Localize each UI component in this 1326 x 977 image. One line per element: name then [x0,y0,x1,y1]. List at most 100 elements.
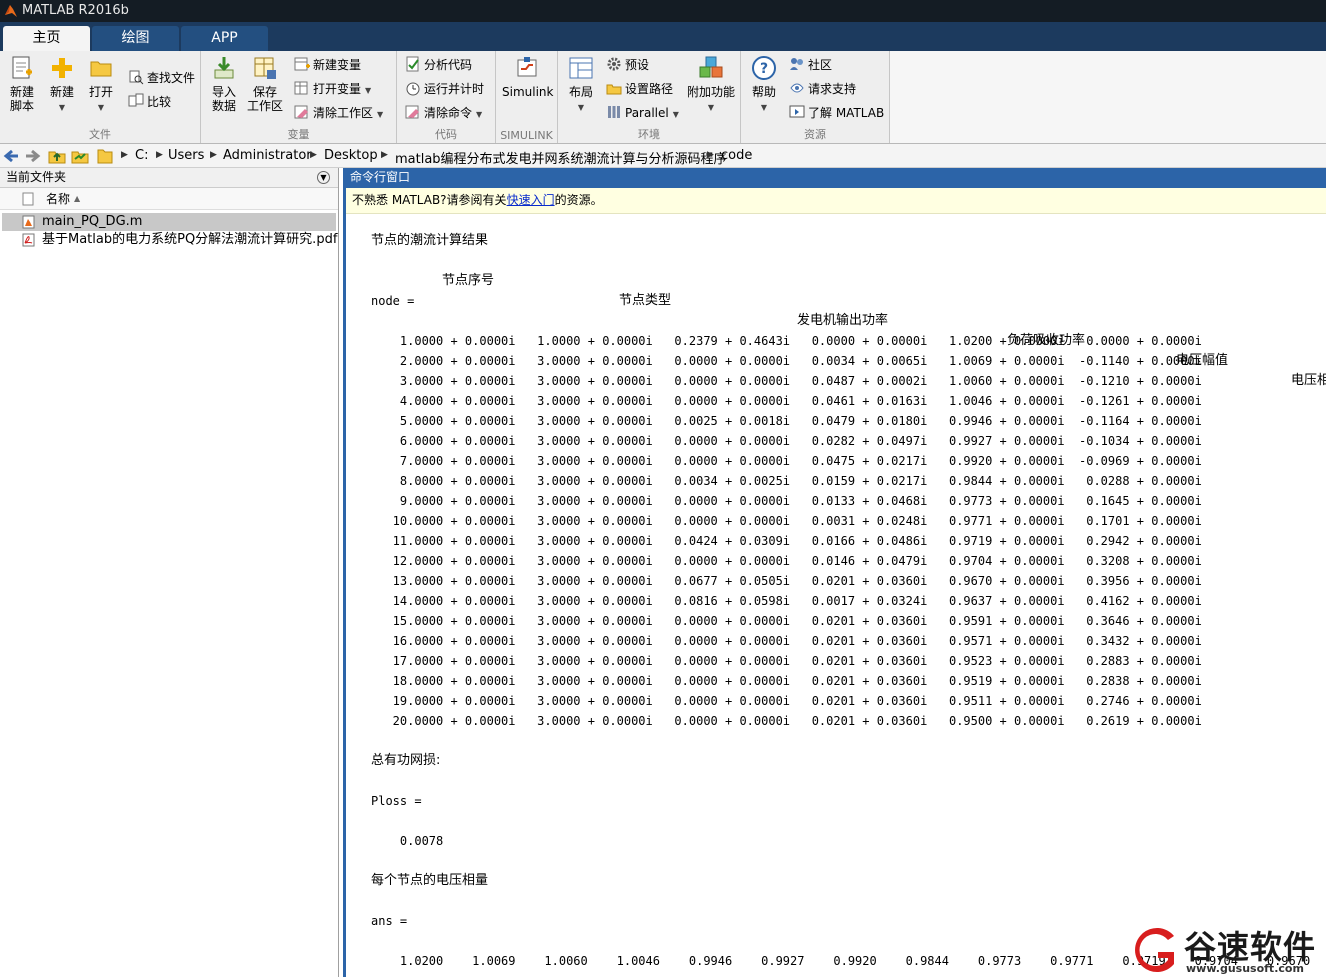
table-row: 11.0000 + 0.0000i 3.0000 + 0.0000i 0.042… [371,534,1202,548]
current-folder-panel: 当前文件夹 ▼ 名称 ▲ main_PQ_DG.m 基于Matlab的电力系统P… [0,168,339,977]
community-button[interactable]: 社区 [789,55,832,75]
forward-arrow-icon[interactable] [24,147,42,165]
chevron-down-icon[interactable]: ▼ [86,101,116,115]
run-and-time-button[interactable]: 运行并计时 [405,79,484,99]
ploss-assignment: Ploss = [371,794,422,808]
simulink-label: Simulink [502,85,554,99]
import-data-button[interactable]: 导入 数据 [207,55,241,113]
title-bar: MATLAB R2016b [0,0,1326,22]
browse-folder-icon[interactable] [71,147,89,165]
clear-commands-icon [405,105,419,119]
import-label: 导入 数据 [211,85,236,113]
chevron-right-icon: ▶ [310,150,317,160]
chevron-right-icon: ▶ [121,150,128,160]
current-folder-header: 当前文件夹 ▼ [0,168,338,188]
back-arrow-icon[interactable] [2,147,20,165]
table-row: 14.0000 + 0.0000i 3.0000 + 0.0000i 0.081… [371,594,1202,608]
new-variable-button[interactable]: 新建变量 [294,55,361,75]
analyze-code-button[interactable]: 分析代码 [405,55,472,75]
preferences-button[interactable]: 预设 [606,55,649,75]
table-row: 12.0000 + 0.0000i 3.0000 + 0.0000i 0.000… [371,554,1202,568]
simulink-icon [517,57,537,77]
loss-label: 总有功网损: [371,753,441,768]
gear-icon [607,57,621,71]
new-script-label: 新建 脚本 [9,85,34,113]
new-script-button[interactable]: 新建 脚本 [5,55,39,113]
up-folder-icon[interactable] [48,147,66,165]
layout-button[interactable]: 布局 ▼ [564,55,598,115]
breadcrumb-desktop[interactable]: Desktop [324,148,378,163]
help-icon: ? [752,56,776,80]
chevron-down-icon[interactable]: ▼ [365,86,371,95]
chevron-down-icon[interactable]: ▼ [749,101,779,115]
table-row: 18.0000 + 0.0000i 3.0000 + 0.0000i 0.000… [371,674,1202,688]
chevron-down-icon[interactable]: ▼ [476,110,482,119]
set-path-button[interactable]: 设置路径 [606,79,673,99]
find-files-button[interactable]: 查找文件 [128,68,195,88]
chevron-down-icon[interactable]: ▼ [377,110,383,119]
chevron-right-icon: ▶ [707,150,714,160]
breadcrumb-code[interactable]: code [721,148,752,163]
simulink-button[interactable]: Simulink [502,55,554,99]
new-label: 新建 [49,85,74,99]
chevron-down-icon[interactable]: ▼ [47,101,77,115]
chevron-down-icon[interactable]: ▼ [564,101,598,115]
result-title: 节点的潮流计算结果 [371,233,489,248]
simulink-group: Simulink SIMULINK [496,51,558,143]
panel-menu-icon[interactable]: ▼ [317,171,330,184]
tab-home[interactable]: 主页 [3,26,90,52]
clear-workspace-icon [294,105,308,119]
compare-button[interactable]: 比较 [128,92,171,112]
request-support-button[interactable]: 请求支持 [789,79,856,99]
chevron-right-icon: ▶ [156,150,163,160]
tab-apps[interactable]: APP [181,26,268,51]
table-row: 17.0000 + 0.0000i 3.0000 + 0.0000i 0.000… [371,654,1202,668]
help-button[interactable]: ? 帮助 ▼ [749,55,779,115]
parallel-button[interactable]: Parallel ▼ [606,103,679,123]
table-row: 4.0000 + 0.0000i 3.0000 + 0.0000i 0.0000… [371,394,1202,408]
command-window-title: 命令行窗口 [346,168,1326,188]
header-load-power: 负荷吸收功率 [1007,333,1086,348]
header-node-index: 节点序号 [442,273,495,288]
compare-icon [128,93,144,107]
quick-start-link[interactable]: 快速入门 [507,193,555,207]
matlab-logo-icon [5,5,17,17]
voltage-phasor-label: 每个节点的电压相量 [371,873,489,888]
save-workspace-button[interactable]: 保存 工作区 [247,55,283,113]
clear-commands-button[interactable]: 清除命令 ▼ [405,103,482,123]
table-row: 5.0000 + 0.0000i 3.0000 + 0.0000i 0.0025… [371,414,1202,428]
new-variable-icon [294,57,310,71]
ribbon-tab-strip: 主页 绘图 APP [0,22,1326,52]
run-and-time-icon [406,82,420,96]
ploss-value: 0.0078 [371,834,444,848]
open-variable-icon [294,81,308,95]
chevron-down-icon[interactable]: ▼ [686,101,736,115]
table-row: 6.0000 + 0.0000i 3.0000 + 0.0000i 0.0000… [371,434,1202,448]
file-row-pdf[interactable]: 基于Matlab的电力系统PQ分解法潮流计算研究.pdf [2,231,337,249]
chevron-right-icon: ▶ [381,150,388,160]
name-column-header[interactable]: 名称 ▲ [0,188,338,210]
breadcrumb-drive[interactable]: C: [135,148,148,163]
node-assignment: node = [371,294,415,308]
breadcrumb-administrator[interactable]: Administrator [223,148,312,163]
addons-button[interactable]: 附加功能 ▼ [686,55,736,115]
clear-workspace-button[interactable]: 清除工作区 ▼ [294,103,383,123]
chevron-down-icon[interactable]: ▼ [673,110,679,119]
table-row: 9.0000 + 0.0000i 3.0000 + 0.0000i 0.0000… [371,494,1202,508]
file-row-main-pq-dg[interactable]: main_PQ_DG.m [2,213,336,231]
environment-group: 布局 ▼ 预设 设置路径 Parallel ▼ 附加功能 ▼ 环境 [558,51,741,143]
breadcrumb-project-folder[interactable]: matlab编程分布式发电并网系统潮流计算与分析源码程序 [395,148,727,167]
open-button[interactable]: 打开 ▼ [86,55,116,115]
m-file-icon [22,215,35,229]
tab-plots[interactable]: 绘图 [92,26,179,51]
table-row: 16.0000 + 0.0000i 3.0000 + 0.0000i 0.000… [371,634,1202,648]
command-window[interactable]: 命令行窗口 不熟悉 MATLAB?请参阅有关快速入门的资源。 节点的潮流计算结果… [343,168,1326,977]
code-group: 分析代码 运行并计时 清除命令 ▼ 代码 [397,51,496,143]
open-variable-button[interactable]: 打开变量 ▼ [294,79,371,99]
open-label: 打开 [88,85,113,99]
breadcrumb-users[interactable]: Users [168,148,204,163]
import-icon [214,57,234,79]
new-button[interactable]: 新建 ▼ [47,55,77,115]
analyze-code-icon [406,56,419,72]
learn-matlab-button[interactable]: 了解 MATLAB [789,103,884,123]
